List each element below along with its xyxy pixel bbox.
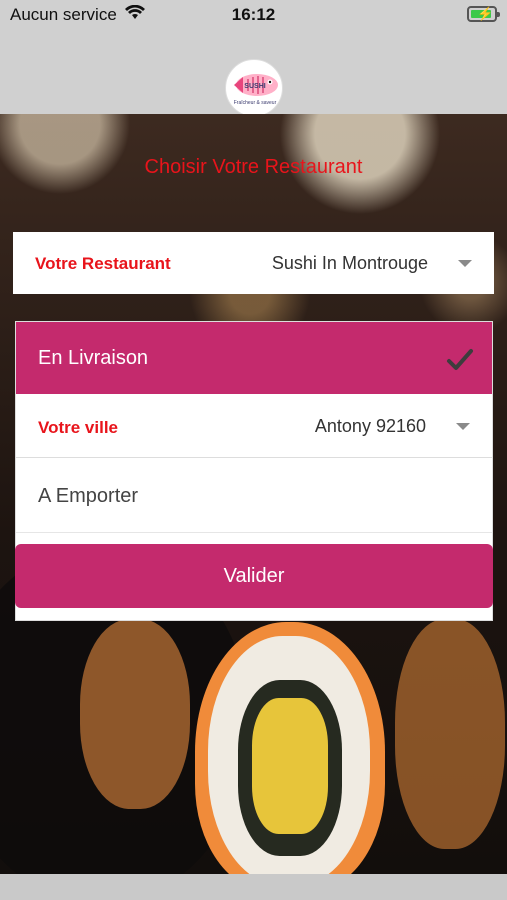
option-a-emporter[interactable]: A Emporter bbox=[16, 459, 492, 533]
option-label: En Livraison bbox=[38, 347, 149, 369]
bottom-bar bbox=[0, 874, 507, 900]
restaurant-selector[interactable]: Votre Restaurant Sushi In Montrouge bbox=[13, 232, 494, 294]
logo-text: SUSHI bbox=[244, 83, 265, 90]
city-selector[interactable]: Votre ville Antony 92160 bbox=[16, 394, 492, 458]
battery-charging-icon: ⚡ bbox=[467, 6, 500, 22]
page-title: Choisir Votre Restaurant bbox=[144, 156, 363, 178]
option-label: A Emporter bbox=[38, 485, 139, 507]
app-header: SUSHI Fraîcheur & saveur bbox=[0, 30, 507, 117]
sushi-restaurant-logo: SUSHI Fraîcheur & saveur bbox=[225, 59, 283, 117]
status-time: 16:12 bbox=[231, 5, 276, 24]
chevron-down-icon bbox=[458, 260, 472, 267]
city-value: Antony 92160 bbox=[314, 416, 426, 436]
restaurant-label: Votre Restaurant bbox=[35, 254, 171, 273]
checkmark-icon bbox=[446, 346, 474, 374]
city-label: Votre ville bbox=[38, 418, 118, 437]
sushi-egg-filling bbox=[252, 698, 328, 834]
sushi-piece-left bbox=[80, 619, 190, 809]
logo-subtext: Fraîcheur & saveur bbox=[234, 100, 277, 106]
sushi-piece-right bbox=[395, 619, 505, 849]
chevron-down-icon bbox=[456, 423, 470, 430]
battery-tip bbox=[497, 12, 500, 17]
option-en-livraison[interactable]: En Livraison bbox=[16, 322, 492, 394]
lightning-icon: ⚡ bbox=[477, 6, 494, 21]
restaurant-value: Sushi In Montrouge bbox=[271, 253, 428, 273]
status-bar: Aucun service 16:12 ⚡ bbox=[0, 0, 507, 30]
valider-button[interactable]: Valider bbox=[15, 544, 493, 608]
